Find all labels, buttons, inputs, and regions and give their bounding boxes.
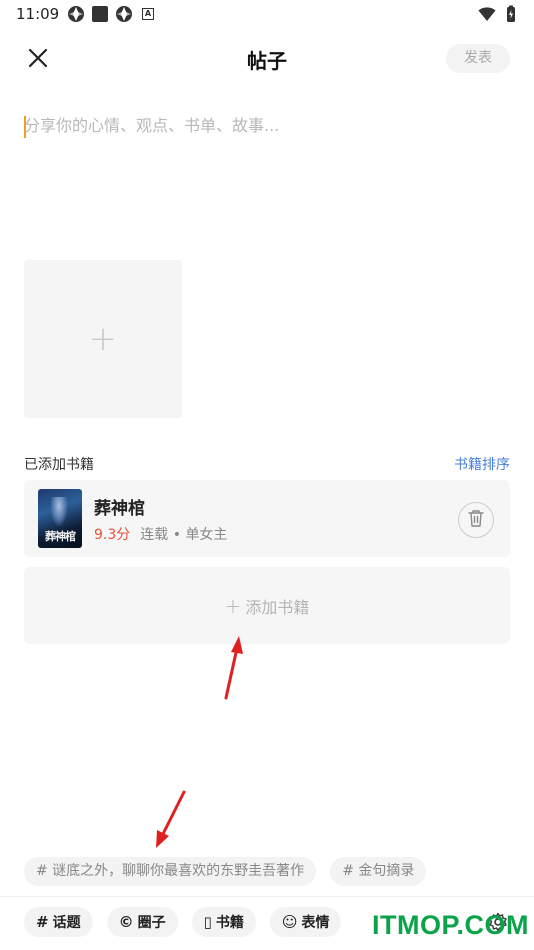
book-icon: ▯ [203,913,212,931]
smiley-icon: ☺ [281,913,298,931]
annotation-arrow-down [156,790,186,848]
annotation-arrow-up [224,636,243,700]
book-status: 连载 • 单女主 [140,527,228,543]
circle-button-label: 圈子 [137,915,166,931]
a-box-icon: A [139,5,157,23]
add-book-button[interactable]: + 添加书籍 [24,567,510,644]
trash-icon [468,509,484,531]
aperture-icon [115,5,133,23]
aperture-icon [67,5,85,23]
emoji-button-label: 表情 [301,915,330,931]
book-card[interactable]: 葬神棺 葬神棺 9.3分 连载 • 单女主 [24,480,510,557]
add-image-button[interactable]: + [24,260,182,418]
post-text-input[interactable] [24,112,510,242]
bottom-toolbar: # 话题 © 圈子 ▯ 书籍 ☺ 表情 [24,907,342,937]
topic-suggestions: # 谜底之外，聊聊你最喜欢的东野圭吾著作 # 金句摘录 [24,857,427,886]
text-cursor [24,116,26,138]
divider [0,896,534,897]
topic-button[interactable]: # 话题 [24,907,93,937]
status-icons-right [478,5,520,23]
status-bar: 11:09 A [0,0,534,28]
hash-icon: # [36,913,49,931]
book-button-label: 书籍 [215,915,244,931]
publish-button[interactable]: 发表 [446,44,510,73]
wifi-icon [478,5,496,23]
circle-c-icon: © [118,913,134,931]
circle-button[interactable]: © 圈子 [106,907,178,937]
book-title: 葬神棺 [94,499,145,519]
square-icon [91,5,109,23]
book-score: 9.3分 [94,527,131,543]
book-meta: 9.3分 连载 • 单女主 [94,524,227,544]
books-sort-link[interactable]: 书籍排序 [454,454,510,474]
topic-chip[interactable]: # 金句摘录 [330,857,427,886]
book-cover-image: 葬神棺 [38,489,82,548]
add-book-label: 添加书籍 [245,597,310,617]
plus-icon: + [224,593,242,618]
status-time: 11:09 [16,5,60,23]
topic-chip[interactable]: # 谜底之外，聊聊你最喜欢的东野圭吾著作 [24,857,317,886]
watermark-logo: ITMOP.COM [372,910,530,940]
delete-book-button[interactable] [458,502,494,538]
added-books-label: 已添加书籍 [24,457,94,473]
status-icons-left: A [67,5,157,23]
header: 帖子 发表 [0,36,534,80]
topic-button-label: 话题 [52,915,81,931]
emoji-button[interactable]: ☺ 表情 [269,907,342,937]
book-cover-title: 葬神棺 [45,530,76,543]
plus-icon: + [88,319,118,359]
battery-charging-icon [502,5,520,23]
book-button[interactable]: ▯ 书籍 [191,907,256,937]
